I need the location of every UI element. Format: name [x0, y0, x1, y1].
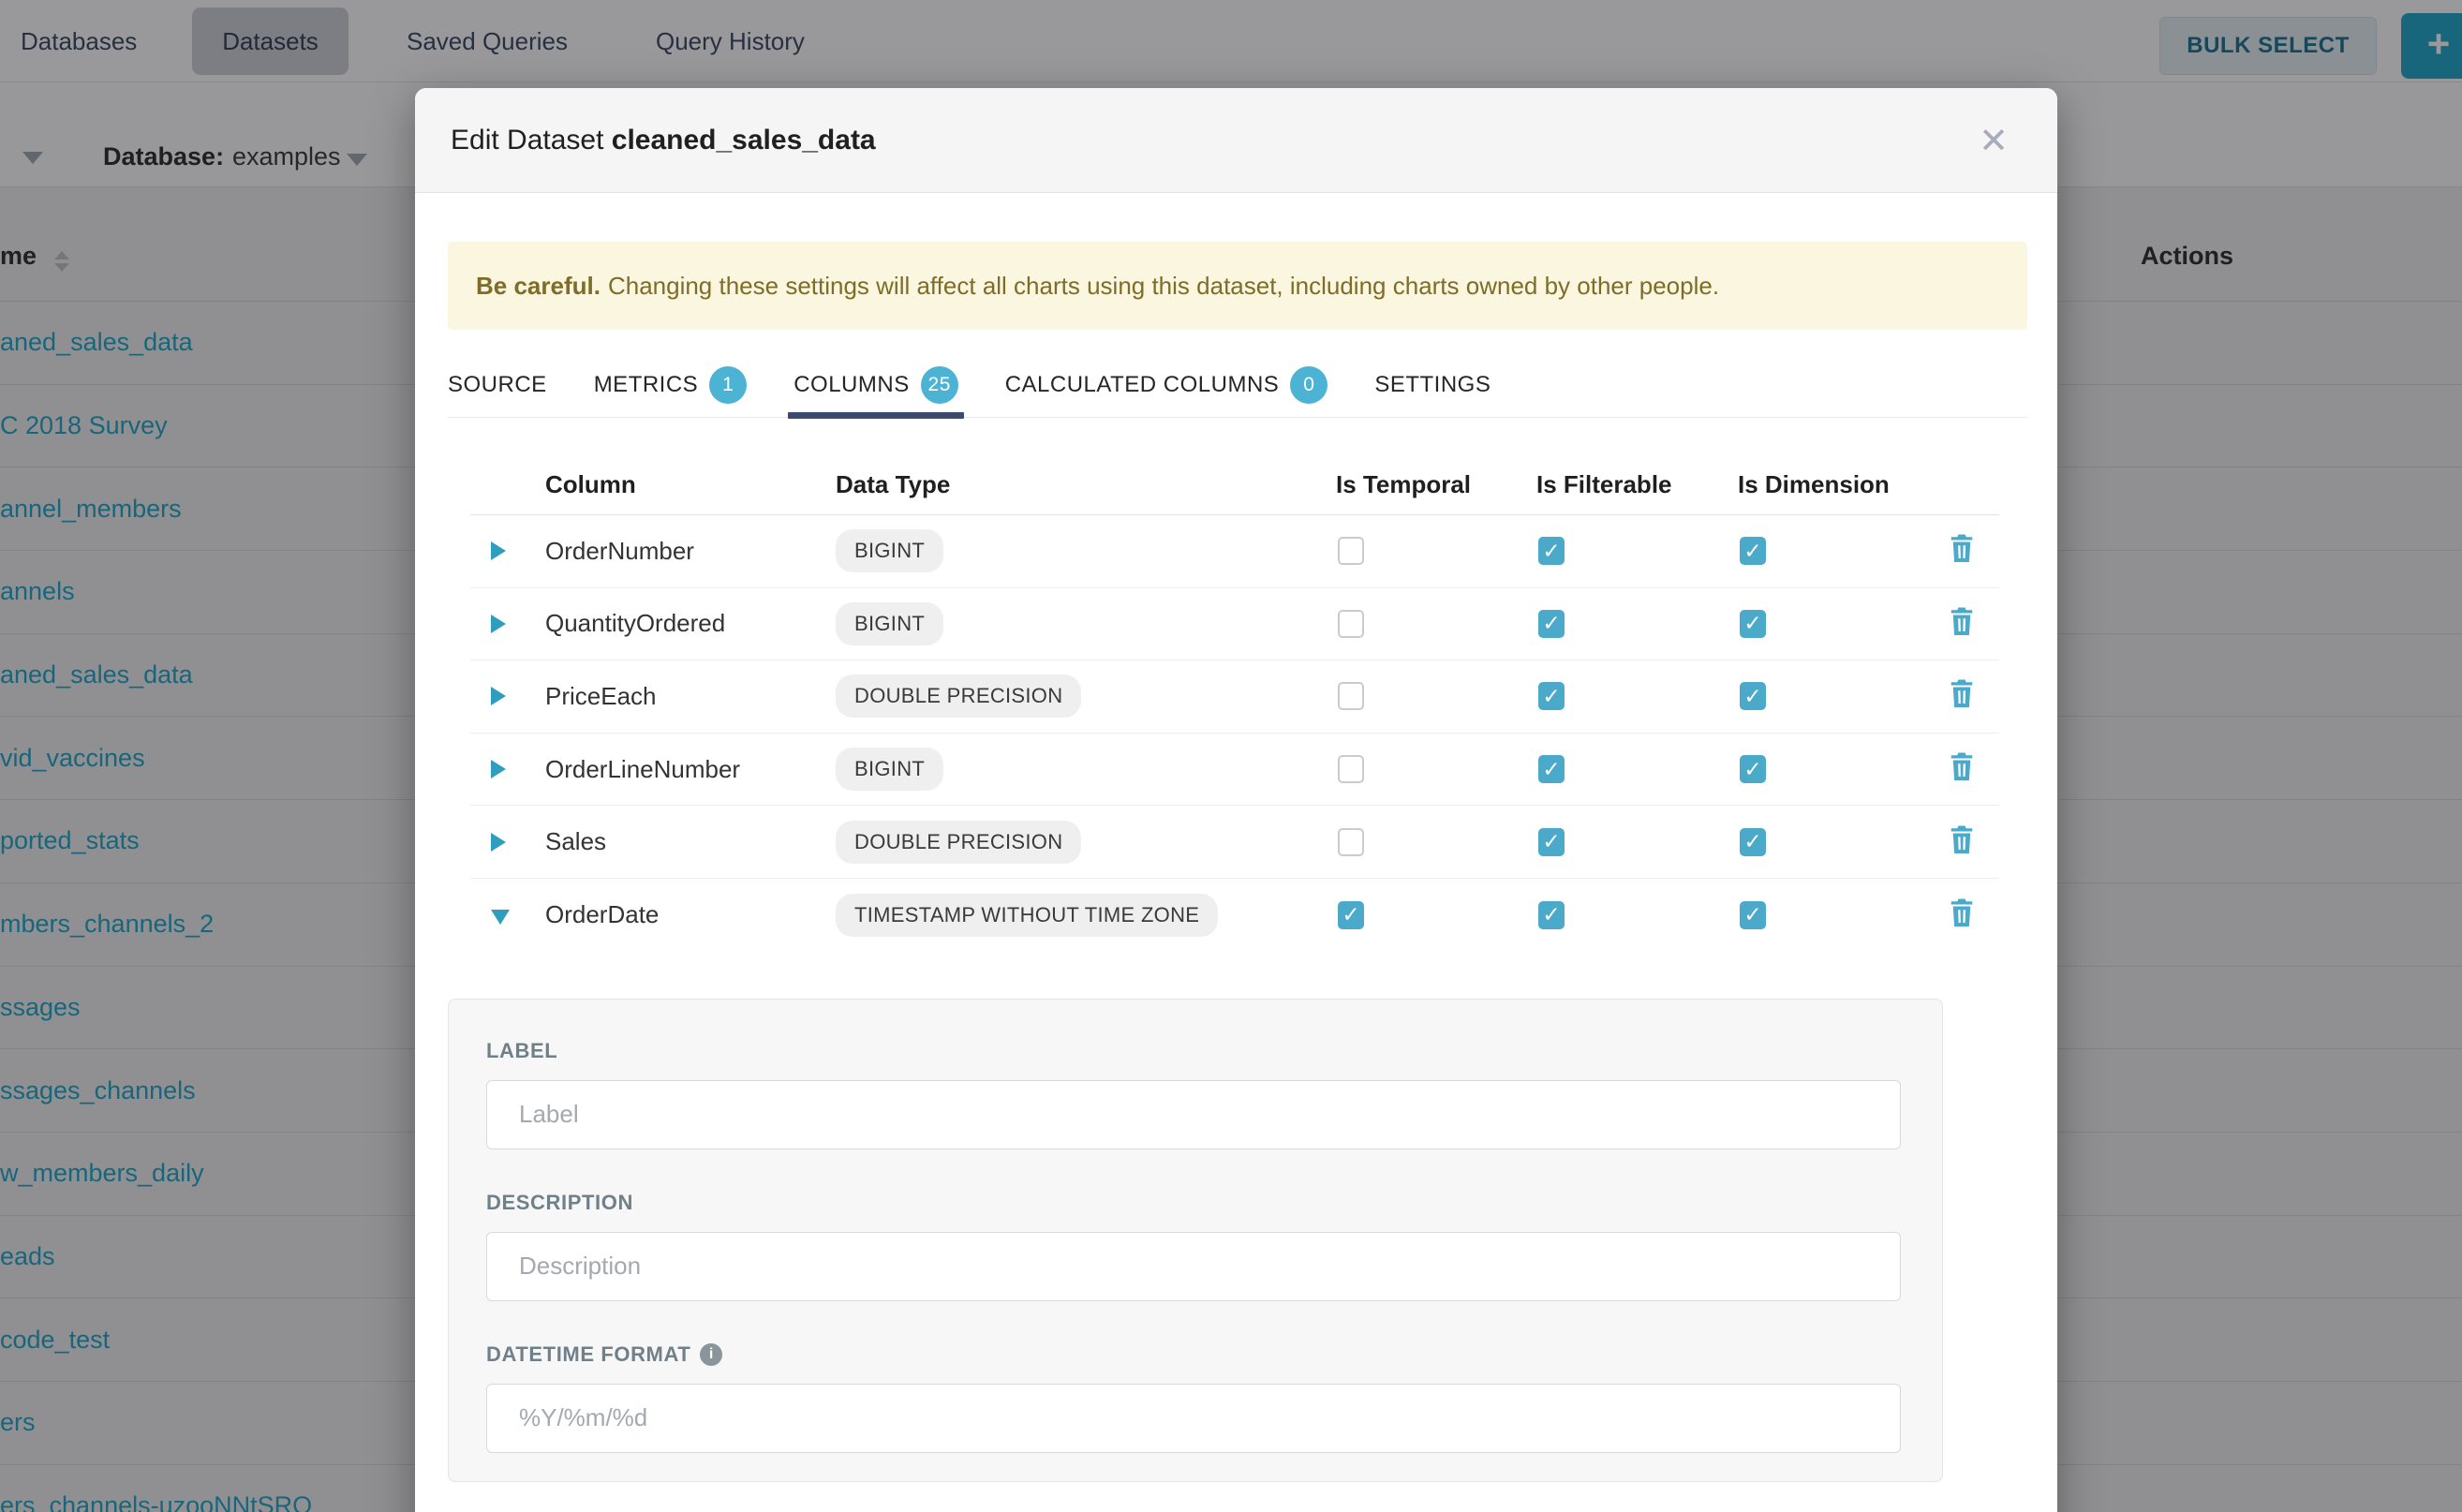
is-temporal-checkbox[interactable]: [1338, 537, 1364, 565]
collapse-caret-icon[interactable]: [491, 910, 510, 925]
description-input[interactable]: [486, 1232, 1901, 1301]
tab-count-badge: 0: [1290, 366, 1327, 404]
is-filterable-checkbox[interactable]: [1538, 755, 1565, 783]
tab-settings[interactable]: SETTINGS: [1374, 352, 1491, 418]
column-name: PriceEach: [536, 682, 836, 711]
column-row: PriceEach DOUBLE PRECISION: [470, 660, 1999, 734]
is-dimension-checkbox[interactable]: [1740, 828, 1766, 856]
edit-dataset-modal: Edit Dataset cleaned_sales_data ✕ Be car…: [415, 88, 2057, 1512]
column-name: OrderLineNumber: [536, 755, 836, 784]
info-icon[interactable]: i: [700, 1343, 722, 1366]
tab-label: CALCULATED COLUMNS: [1005, 372, 1280, 398]
modal-title-dataset-name: cleaned_sales_data: [612, 125, 876, 156]
label-text: LABEL: [486, 1039, 557, 1063]
column-header: Column: [536, 470, 836, 499]
expand-caret-icon[interactable]: [491, 687, 506, 705]
data-type-badge: BIGINT: [836, 602, 943, 645]
data-type-header: Data Type: [836, 470, 1319, 499]
tab-metrics[interactable]: METRICS 1: [594, 352, 748, 418]
modal-title-prefix: Edit Dataset: [451, 125, 603, 156]
modal-title: Edit Dataset cleaned_sales_data: [451, 125, 876, 156]
expand-caret-icon[interactable]: [491, 760, 506, 778]
is-temporal-header: Is Temporal: [1319, 470, 1520, 499]
expand-caret-icon[interactable]: [491, 615, 506, 633]
description-field-label: DESCRIPTION: [486, 1191, 1942, 1215]
tab-columns[interactable]: COLUMNS 25: [793, 352, 958, 418]
column-detail-panel: LABEL DESCRIPTION DATETIME FORMAT i: [448, 999, 1943, 1482]
expand-caret-icon[interactable]: [491, 541, 506, 560]
column-name: OrderNumber: [536, 537, 836, 566]
warning-bold-text: Be careful.: [476, 272, 601, 301]
delete-icon[interactable]: [1948, 606, 1976, 642]
is-dimension-checkbox[interactable]: [1740, 610, 1766, 638]
is-temporal-checkbox[interactable]: [1338, 682, 1364, 710]
tab-label: SOURCE: [448, 372, 547, 398]
delete-icon[interactable]: [1948, 533, 1976, 569]
is-temporal-checkbox[interactable]: [1338, 610, 1364, 638]
is-dimension-checkbox[interactable]: [1740, 682, 1766, 710]
is-filterable-header: Is Filterable: [1520, 470, 1721, 499]
tab-label: SETTINGS: [1374, 372, 1491, 398]
tab-bar: SOURCE METRICS 1 COLUMNS 25 CALCULATED C…: [448, 352, 2027, 418]
tab-source[interactable]: SOURCE: [448, 352, 547, 418]
data-type-badge: BIGINT: [836, 529, 943, 572]
tab-label: COLUMNS: [793, 372, 910, 398]
is-filterable-checkbox[interactable]: [1538, 682, 1565, 710]
columns-table: Column Data Type Is Temporal Is Filterab…: [470, 455, 1999, 952]
label-text: DATETIME FORMAT: [486, 1342, 690, 1367]
delete-icon[interactable]: [1948, 678, 1976, 714]
datetime-format-field-label: DATETIME FORMAT i: [486, 1342, 1942, 1367]
column-row: QuantityOrdered BIGINT: [470, 588, 1999, 661]
column-row: OrderDate TIMESTAMP WITHOUT TIME ZONE: [470, 879, 1999, 952]
data-type-badge: DOUBLE PRECISION: [836, 821, 1081, 864]
datetime-format-input[interactable]: [486, 1384, 1901, 1453]
tab-calculated-columns[interactable]: CALCULATED COLUMNS 0: [1005, 352, 1328, 418]
modal-header: Edit Dataset cleaned_sales_data ✕: [415, 88, 2057, 193]
warning-banner: Be careful. Changing these settings will…: [448, 242, 2027, 330]
label-input[interactable]: [486, 1080, 1901, 1149]
column-name: OrderDate: [536, 900, 836, 929]
label-text: DESCRIPTION: [486, 1191, 633, 1215]
delete-icon[interactable]: [1948, 824, 1976, 860]
data-type-badge: BIGINT: [836, 748, 943, 791]
label-field-label: LABEL: [486, 1039, 1942, 1063]
is-dimension-header: Is Dimension: [1721, 470, 1936, 499]
tab-label: METRICS: [594, 372, 699, 398]
delete-icon[interactable]: [1948, 751, 1976, 787]
column-row: OrderLineNumber BIGINT: [470, 734, 1999, 807]
column-name: Sales: [536, 827, 836, 856]
column-row: OrderNumber BIGINT: [470, 515, 1999, 588]
expand-caret-icon[interactable]: [491, 833, 506, 852]
is-dimension-checkbox[interactable]: [1740, 755, 1766, 783]
is-dimension-checkbox[interactable]: [1740, 537, 1766, 565]
data-type-badge: TIMESTAMP WITHOUT TIME ZONE: [836, 894, 1218, 937]
is-filterable-checkbox[interactable]: [1538, 537, 1565, 565]
is-filterable-checkbox[interactable]: [1538, 828, 1565, 856]
delete-icon[interactable]: [1948, 897, 1976, 933]
is-temporal-checkbox[interactable]: [1338, 828, 1364, 856]
column-row: Sales DOUBLE PRECISION: [470, 806, 1999, 879]
tab-count-badge: 1: [709, 366, 747, 404]
is-dimension-checkbox[interactable]: [1740, 901, 1766, 929]
columns-table-header: Column Data Type Is Temporal Is Filterab…: [470, 455, 1999, 515]
is-temporal-checkbox[interactable]: [1338, 901, 1364, 929]
warning-text: Changing these settings will affect all …: [608, 272, 1719, 301]
column-name: QuantityOrdered: [536, 609, 836, 638]
data-type-badge: DOUBLE PRECISION: [836, 674, 1081, 718]
is-filterable-checkbox[interactable]: [1538, 610, 1565, 638]
tab-count-badge: 25: [921, 366, 958, 404]
is-temporal-checkbox[interactable]: [1338, 755, 1364, 783]
is-filterable-checkbox[interactable]: [1538, 901, 1565, 929]
close-icon[interactable]: ✕: [1979, 123, 2009, 158]
